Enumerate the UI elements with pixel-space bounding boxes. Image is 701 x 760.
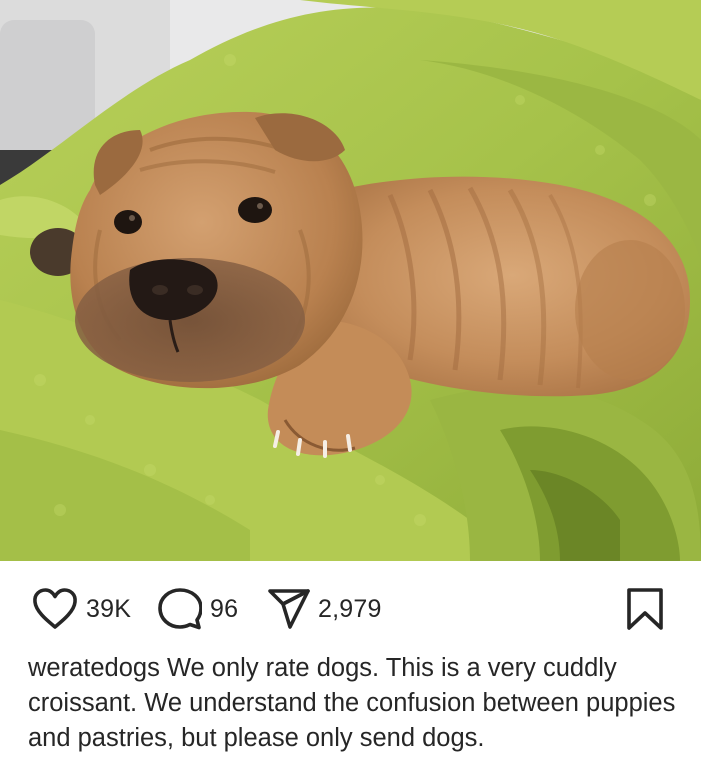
caption-username[interactable]: weratedogs (28, 654, 160, 682)
post-action-bar: 39K 96 2,979 (0, 561, 701, 651)
like-button[interactable]: 39K (32, 588, 132, 629)
comment-count: 96 (210, 594, 239, 623)
comment-button[interactable]: 96 (158, 588, 239, 630)
post-caption: weratedogs We only rate dogs. This is a … (28, 651, 678, 756)
save-button[interactable] (626, 588, 664, 630)
like-count: 39K (86, 594, 132, 623)
bookmark-icon (627, 588, 663, 630)
heart-icon (33, 588, 77, 629)
share-count: 2,979 (318, 594, 382, 623)
share-button[interactable]: 2,979 (268, 589, 382, 629)
post-image[interactable] (0, 0, 701, 561)
comment-bubble-icon (158, 588, 202, 630)
puppy-photo (0, 0, 701, 561)
paper-plane-icon (268, 589, 310, 629)
